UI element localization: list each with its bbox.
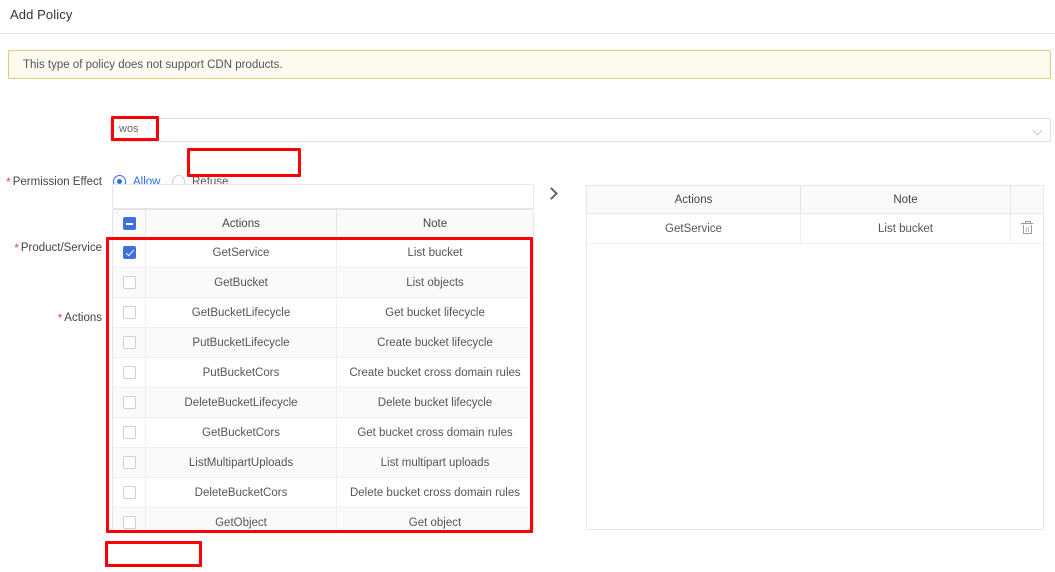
selected-actions-table: Actions Note GetService List bucket	[586, 185, 1044, 530]
row-checkbox-cell[interactable]	[113, 298, 146, 327]
product-service-select[interactable]: wos	[110, 118, 1051, 142]
row-checkbox-cell[interactable]	[113, 328, 146, 357]
product-service-value: wos	[119, 123, 139, 135]
cell-note: Delete bucket lifecycle	[377, 396, 493, 409]
table-row[interactable]: GetBucketCors Get bucket cross domain rul…	[113, 418, 533, 448]
required-asterisk: *	[57, 313, 63, 325]
column-header-actions: Actions	[146, 210, 337, 237]
row-checkbox-cell[interactable]	[113, 388, 146, 417]
available-actions-table: Actions Note GetService List bucket GetBuc…	[112, 209, 534, 533]
table-header: Actions Note	[587, 186, 1043, 214]
table-header: Actions Note	[113, 210, 533, 238]
table-row[interactable]: DeleteBucketLifecycle Delete bucket lifec…	[113, 388, 533, 418]
row-checkbox-cell[interactable]	[113, 448, 146, 477]
column-header-note: Note	[422, 217, 448, 230]
table-row[interactable]: GetService List bucket	[587, 214, 1043, 244]
actions-label: * Actions	[57, 312, 102, 325]
cell-action: GetService	[587, 214, 801, 243]
permission-effect-label: * Permission Effect	[6, 176, 102, 189]
actions-row: *Actions All Actions Specified Actions	[0, 156, 1055, 325]
cell-action: PutBucketCors	[146, 358, 337, 387]
page-title: Add Policy	[10, 7, 73, 22]
row-checkbox[interactable]	[122, 456, 136, 469]
cell-note: List bucket	[801, 214, 1011, 243]
cell-note: Create bucket lifecycle	[377, 336, 493, 349]
row-checkbox-cell[interactable]	[113, 238, 146, 267]
row-checkbox[interactable]	[122, 486, 136, 499]
row-checkbox-cell[interactable]	[113, 478, 146, 507]
cell-note: Create bucket cross domain rules	[349, 366, 521, 379]
table-row[interactable]: GetService List bucket	[113, 238, 533, 268]
cell-action: GetBucketLifecycle	[146, 298, 337, 327]
resources-row: *Resources All Resources Specified Resou…	[0, 548, 1055, 566]
table-row[interactable]: ListMultipartUploads List multipart uploa…	[113, 448, 533, 478]
cell-note: Delete bucket cross domain rules	[349, 486, 521, 499]
trash-icon[interactable]	[1021, 220, 1033, 235]
select-all-checkbox[interactable]	[122, 217, 136, 230]
column-header-actions: Actions	[587, 186, 801, 213]
cell-note: List bucket	[407, 246, 463, 259]
row-checkbox[interactable]	[122, 246, 136, 259]
row-checkbox-cell[interactable]	[113, 268, 146, 297]
product-service-label: * Product/Service	[14, 242, 102, 255]
cell-action: DeleteBucketCors	[146, 478, 337, 507]
table-row[interactable]: GetBucketLifecycle Get bucket lifecycle	[113, 298, 533, 328]
column-header-operation	[1011, 186, 1043, 213]
row-checkbox[interactable]	[122, 516, 136, 529]
row-checkbox-cell[interactable]	[113, 418, 146, 447]
cell-action: GetObject	[146, 508, 337, 532]
chevron-right-icon[interactable]	[545, 185, 561, 203]
permission-effect-row: * Permission Effect Allow Refuse	[0, 88, 1055, 189]
warning-banner-text: This type of policy does not support CDN…	[23, 59, 283, 71]
table-body: GetService List bucket	[587, 214, 1043, 244]
cell-note: Get bucket lifecycle	[385, 306, 485, 319]
cell-note: List multipart uploads	[380, 456, 490, 469]
column-header-note: Note	[801, 186, 1011, 213]
cell-note: Get object	[408, 516, 462, 529]
select-all-header-cell[interactable]	[113, 210, 146, 237]
cell-action: GetService	[146, 238, 337, 267]
table-row[interactable]: PutBucketLifecycle Create bucket lifecycl…	[113, 328, 533, 358]
table-row[interactable]: GetBucket List objects	[113, 268, 533, 298]
cell-note: Get bucket cross domain rules	[357, 426, 513, 439]
cell-action: DeleteBucketLifecycle	[146, 388, 337, 417]
row-checkbox-cell[interactable]	[113, 358, 146, 387]
cell-action: ListMultipartUploads	[146, 448, 337, 477]
row-checkbox[interactable]	[122, 366, 136, 379]
table-body: GetService List bucket GetBucket List objec…	[113, 238, 533, 532]
cell-note: List objects	[406, 276, 464, 289]
row-checkbox[interactable]	[122, 276, 136, 289]
cell-action: PutBucketLifecycle	[146, 328, 337, 357]
table-row[interactable]: PutBucketCors Create bucket cross domain …	[113, 358, 533, 388]
row-checkbox[interactable]	[122, 336, 136, 349]
chevron-down-icon	[1034, 127, 1042, 135]
table-row[interactable]: DeleteBucketCors Delete bucket cross doma…	[113, 478, 533, 508]
warning-banner: This type of policy does not support CDN…	[8, 50, 1051, 79]
title-divider	[0, 33, 1055, 34]
add-policy-dialog: Add Policy This type of policy does not …	[0, 0, 1055, 572]
row-checkbox-cell[interactable]	[113, 508, 146, 532]
cell-operation[interactable]	[1011, 214, 1043, 243]
table-row[interactable]: GetObject Get object	[113, 508, 533, 532]
cell-action: GetBucketCors	[146, 418, 337, 447]
row-checkbox[interactable]	[122, 426, 136, 439]
required-asterisk: *	[6, 177, 11, 189]
required-asterisk: *	[14, 243, 19, 255]
cell-action: GetBucket	[146, 268, 337, 297]
actions-search-input[interactable]	[112, 184, 534, 209]
row-checkbox[interactable]	[122, 396, 136, 409]
row-checkbox[interactable]	[122, 306, 136, 319]
